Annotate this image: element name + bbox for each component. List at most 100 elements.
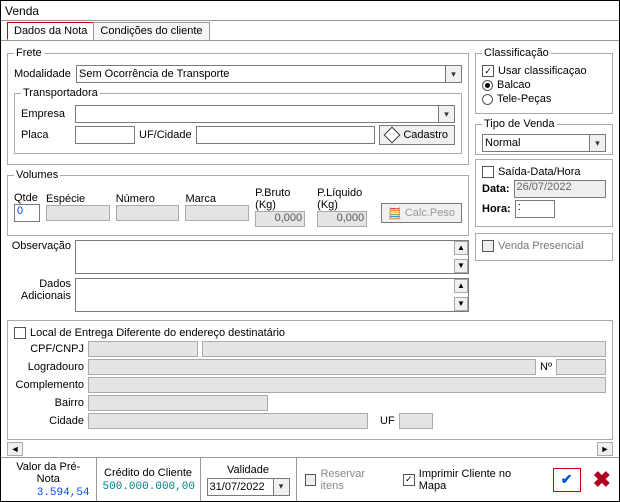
logradouro-input[interactable] <box>88 359 536 375</box>
empresa-label: Empresa <box>21 108 71 120</box>
modalidade-combo[interactable]: Sem Ocorrência de Transporte <box>76 65 462 83</box>
pliquido-label: P.Líquido (Kg) <box>317 187 375 211</box>
reservar-label: Reservar itens <box>320 468 390 492</box>
imprimir-checkbox[interactable]: ✓ <box>403 474 415 486</box>
credito-value: 500.000.000,00 <box>103 481 194 493</box>
telepecas-label: Tele-Peças <box>497 93 551 105</box>
scale-icon: 🧮 <box>388 207 402 220</box>
numero-end-input[interactable] <box>556 359 606 375</box>
cidade-label: Cidade <box>14 415 84 427</box>
frete-legend: Frete <box>14 47 44 59</box>
check-icon: ✔ <box>561 471 573 488</box>
entrega-group: Local de Entrega Diferente do endereço d… <box>7 320 613 440</box>
numero-label: Número <box>116 193 180 205</box>
usar-classificacao-label: Usar classificaçao <box>498 65 587 77</box>
ufcidade-input[interactable] <box>196 126 376 144</box>
nome-input[interactable] <box>202 341 606 357</box>
confirm-button[interactable]: ✔ <box>553 468 581 492</box>
scroll-up-icon[interactable]: ▲ <box>454 241 468 255</box>
window-title: Venda <box>1 1 619 21</box>
cadastro-button[interactable]: Cadastro <box>379 125 455 145</box>
chevron-down-icon <box>445 66 461 82</box>
observacao-textarea[interactable]: ▲▼ <box>75 240 469 274</box>
volumes-legend: Volumes <box>14 169 60 181</box>
modalidade-value: Sem Ocorrência de Transporte <box>79 68 229 80</box>
chevron-down-icon <box>589 135 605 151</box>
tab-condicoes-do-cliente[interactable]: Condições do cliente <box>93 22 209 40</box>
calc-peso-button[interactable]: 🧮 Calc.Peso <box>381 203 462 223</box>
validade-label: Validade <box>207 464 290 476</box>
uf-label: UF <box>380 415 395 427</box>
placa-input[interactable] <box>75 126 135 144</box>
prenota-value: 3.594,54 <box>7 487 90 499</box>
classificacao-legend: Classificação <box>482 47 551 59</box>
credito-label: Crédito do Cliente <box>103 467 194 479</box>
scroll-right-icon[interactable]: ► <box>597 442 613 456</box>
pliquido-field: 0,000 <box>317 211 367 227</box>
complemento-input[interactable] <box>88 377 606 393</box>
dados-adicionais-label: DadosAdicionais <box>7 278 71 302</box>
frete-group: Frete Modalidade Sem Ocorrência de Trans… <box>7 47 469 165</box>
ufcidade-label: UF/Cidade <box>139 129 192 141</box>
marca-field <box>185 205 249 221</box>
presencial-checkbox[interactable] <box>482 240 494 252</box>
placa-label: Placa <box>21 129 71 141</box>
telepecas-radio[interactable] <box>482 94 493 105</box>
transportadora-legend: Transportadora <box>21 87 100 99</box>
reservar-checkbox[interactable] <box>305 474 317 486</box>
volumes-group: Volumes Qtde 0 Espécie Número Marca <box>7 169 469 236</box>
entrega-diferente-checkbox[interactable] <box>14 327 26 339</box>
pbruto-field: 0,000 <box>255 211 305 227</box>
calc-peso-label: Calc.Peso <box>405 207 455 219</box>
bairro-label: Bairro <box>14 397 84 409</box>
usar-classificacao-checkbox[interactable]: ✓ <box>482 65 494 77</box>
saida-label: Saída-Data/Hora <box>498 166 581 178</box>
saida-checkbox[interactable] <box>482 166 494 178</box>
complemento-label: Complemento <box>14 379 84 391</box>
validade-date[interactable]: 31/07/2022 <box>207 478 290 496</box>
cancel-button[interactable]: ✖ <box>593 467 611 493</box>
tipo-venda-legend: Tipo de Venda <box>482 118 557 130</box>
balcao-radio[interactable] <box>482 80 493 91</box>
balcao-label: Balcao <box>497 79 531 91</box>
validade-value: 31/07/2022 <box>210 481 265 493</box>
presencial-group: Venda Presencial <box>475 233 613 261</box>
tab-strip: Dados da Nota Condições do cliente <box>1 21 619 41</box>
uf-input[interactable] <box>399 413 433 429</box>
tipo-venda-combo[interactable]: Normal <box>482 134 606 152</box>
cpf-label: CPF/CNPJ <box>14 343 84 355</box>
prenota-label: Valor da Pré-Nota <box>7 461 90 485</box>
chevron-down-icon <box>273 479 289 495</box>
cidade-input[interactable] <box>88 413 368 429</box>
horizontal-scrollbar[interactable]: ◄ ► <box>7 442 613 456</box>
hora-label: Hora: <box>482 203 511 215</box>
marca-label: Marca <box>185 193 249 205</box>
tab-dados-da-nota[interactable]: Dados da Nota <box>7 22 94 40</box>
especie-label: Espécie <box>46 193 110 205</box>
tipo-venda-value: Normal <box>485 137 520 149</box>
tipo-venda-group: Tipo de Venda Normal <box>475 118 613 155</box>
dados-adicionais-textarea[interactable]: ▲▼ <box>75 278 469 312</box>
main-content: Frete Modalidade Sem Ocorrência de Trans… <box>1 41 619 316</box>
modalidade-label: Modalidade <box>14 68 72 80</box>
footer: Valor da Pré-Nota 3.594,54 Crédito do Cl… <box>1 457 619 501</box>
numero-end-label: Nº <box>540 361 552 373</box>
data-label: Data: <box>482 183 510 195</box>
imprimir-label: Imprimir Cliente no Mapa <box>419 468 541 492</box>
scroll-down-icon[interactable]: ▼ <box>454 259 468 273</box>
pbruto-label: P.Bruto (Kg) <box>255 187 311 211</box>
scroll-down-icon[interactable]: ▼ <box>454 297 468 311</box>
qtde-label: Qtde <box>14 192 40 204</box>
scroll-left-icon[interactable]: ◄ <box>7 442 23 456</box>
bairro-input[interactable] <box>88 395 268 411</box>
qtde-input[interactable]: 0 <box>14 204 40 222</box>
empresa-combo[interactable] <box>75 105 455 123</box>
classificacao-group: Classificação ✓ Usar classificaçao Balca… <box>475 47 613 114</box>
chevron-down-icon <box>438 106 454 122</box>
hora-input[interactable]: : <box>515 200 555 218</box>
cpf-input[interactable] <box>88 341 198 357</box>
transportadora-group: Transportadora Empresa Placa UF/Cidade <box>14 87 462 154</box>
presencial-label: Venda Presencial <box>498 240 584 252</box>
scroll-up-icon[interactable]: ▲ <box>454 279 468 293</box>
data-input[interactable]: 26/07/2022 <box>514 180 606 198</box>
